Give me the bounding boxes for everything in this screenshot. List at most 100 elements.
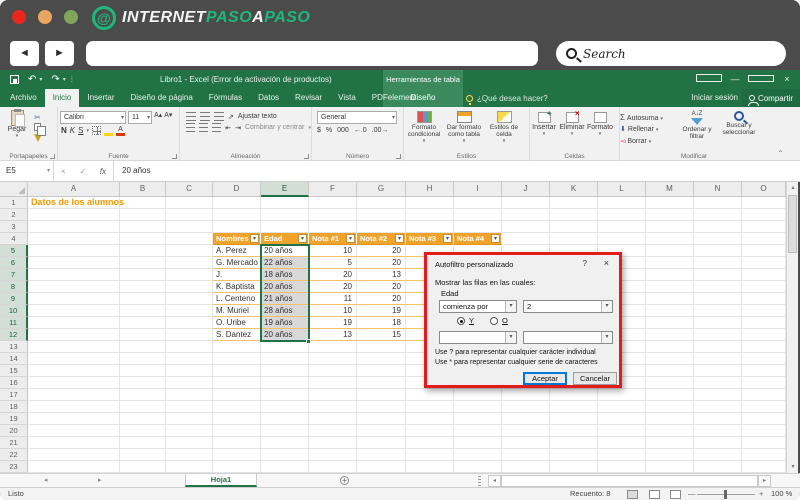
cell-F4[interactable]: Nota #1 ▾: [309, 233, 357, 245]
cell-N1[interactable]: [694, 197, 742, 209]
font-dialog-launcher-icon[interactable]: [172, 154, 177, 159]
column-header-D[interactable]: D: [213, 182, 261, 197]
cell-J22[interactable]: [502, 449, 550, 461]
cell-M5[interactable]: [646, 245, 694, 257]
cell-G6[interactable]: 20: [357, 257, 406, 269]
cell-G12[interactable]: 15: [357, 329, 406, 341]
cell-J2[interactable]: [502, 209, 550, 221]
cell-K20[interactable]: [550, 425, 598, 437]
cell-N4[interactable]: [694, 233, 742, 245]
and-radio[interactable]: [457, 316, 465, 325]
cell-E18[interactable]: [261, 401, 309, 413]
cell-G14[interactable]: [357, 353, 406, 365]
cell-B20[interactable]: [120, 425, 166, 437]
row-header-14[interactable]: 14: [0, 353, 28, 365]
cell-F19[interactable]: [309, 413, 357, 425]
cell-M23[interactable]: [646, 461, 694, 473]
customize-qat-icon[interactable]: ⋮: [69, 76, 75, 83]
cell-J1[interactable]: [502, 197, 550, 209]
fill-button[interactable]: ⬇ Rellenar ▾: [620, 124, 676, 136]
page-break-view-icon[interactable]: [670, 490, 681, 499]
cell-H19[interactable]: [406, 413, 454, 425]
conditional-formatting-button[interactable]: Formato condicional ▾: [404, 110, 444, 145]
column-header-C[interactable]: C: [166, 182, 213, 197]
cell-F11[interactable]: 19: [309, 317, 357, 329]
cell-M13[interactable]: [646, 341, 694, 353]
prev-sheet-icon[interactable]: ◂: [44, 474, 48, 487]
horizontal-scroll-thumb[interactable]: [501, 475, 758, 487]
cell-J19[interactable]: [502, 413, 550, 425]
cell-A8[interactable]: [28, 281, 120, 293]
cell-C17[interactable]: [166, 389, 213, 401]
zoom-out-icon[interactable]: —: [688, 488, 696, 500]
cell-K23[interactable]: [550, 461, 598, 473]
delete-cells-button[interactable]: Eliminar▾: [558, 109, 586, 137]
row-header-8[interactable]: 8: [0, 281, 28, 293]
dialog-close-icon[interactable]: ×: [604, 258, 609, 268]
number-dialog-launcher-icon[interactable]: [396, 154, 401, 159]
cell-G13[interactable]: [357, 341, 406, 353]
cell-A6[interactable]: [28, 257, 120, 269]
cell-N12[interactable]: [694, 329, 742, 341]
cell-G10[interactable]: 19: [357, 305, 406, 317]
cell-G8[interactable]: 20: [357, 281, 406, 293]
cell-N17[interactable]: [694, 389, 742, 401]
zoom-in-icon[interactable]: +: [759, 488, 763, 500]
sort-filter-button[interactable]: A↓Z Ordenar y filtrar: [676, 110, 718, 141]
cell-G20[interactable]: [357, 425, 406, 437]
cell-D17[interactable]: [213, 389, 261, 401]
back-button[interactable]: ◄: [10, 41, 39, 66]
value-combo[interactable]: 2 ▾: [523, 300, 613, 313]
cell-D12[interactable]: S. Dantez: [213, 329, 261, 341]
copy-button[interactable]: [34, 123, 54, 136]
cell-A21[interactable]: [28, 437, 120, 449]
cell-E12[interactable]: 20 años: [261, 329, 309, 341]
cell-L4[interactable]: [598, 233, 646, 245]
vertical-scroll-thumb[interactable]: [788, 195, 797, 253]
cell-A11[interactable]: [28, 317, 120, 329]
cell-N18[interactable]: [694, 401, 742, 413]
cell-N6[interactable]: [694, 257, 742, 269]
cell-L21[interactable]: [598, 437, 646, 449]
format-as-table-button[interactable]: Dar formato como tabla ▾: [444, 110, 484, 145]
row-header-9[interactable]: 9: [0, 293, 28, 305]
row-header-22[interactable]: 22: [0, 449, 28, 461]
cell-M1[interactable]: [646, 197, 694, 209]
cell-D1[interactable]: [213, 197, 261, 209]
cell-M6[interactable]: [646, 257, 694, 269]
cell-E5[interactable]: 20 años: [261, 245, 309, 257]
cell-D10[interactable]: M. Muriel: [213, 305, 261, 317]
clear-button[interactable]: ◅ Borrar ▾: [620, 136, 676, 148]
cell-L23[interactable]: [598, 461, 646, 473]
cancel-entry-icon[interactable]: ×: [61, 167, 66, 176]
cell-J17[interactable]: [502, 389, 550, 401]
cell-O12[interactable]: [742, 329, 786, 341]
cell-K1[interactable]: [550, 197, 598, 209]
cell-A14[interactable]: [28, 353, 120, 365]
align-top-icon[interactable]: [186, 112, 196, 121]
cell-D5[interactable]: A. Perez: [213, 245, 261, 257]
increase-decimal-button[interactable]: ←.0: [354, 127, 367, 134]
cell-H23[interactable]: [406, 461, 454, 473]
cell-C22[interactable]: [166, 449, 213, 461]
cell-I2[interactable]: [454, 209, 502, 221]
ribbon-tab-insertar[interactable]: Insertar: [79, 89, 122, 107]
cell-M4[interactable]: [646, 233, 694, 245]
cell-M16[interactable]: [646, 377, 694, 389]
cell-H17[interactable]: [406, 389, 454, 401]
column-header-F[interactable]: F: [309, 182, 357, 197]
cell-F7[interactable]: 20: [309, 269, 357, 281]
cell-F20[interactable]: [309, 425, 357, 437]
cell-O15[interactable]: [742, 365, 786, 377]
cell-C10[interactable]: [166, 305, 213, 317]
forward-button[interactable]: ►: [45, 41, 74, 66]
autosum-button[interactable]: Σ Autosuma ▾: [620, 112, 676, 124]
cell-C16[interactable]: [166, 377, 213, 389]
wrap-text-button[interactable]: Ajustar texto: [238, 113, 277, 120]
cell-N21[interactable]: [694, 437, 742, 449]
cell-F17[interactable]: [309, 389, 357, 401]
scroll-up-icon[interactable]: ▴: [787, 182, 799, 194]
tab-splitter-handle[interactable]: [478, 476, 481, 486]
cell-E22[interactable]: [261, 449, 309, 461]
filter-dropdown-icon-nota-2[interactable]: ▾: [395, 234, 404, 243]
